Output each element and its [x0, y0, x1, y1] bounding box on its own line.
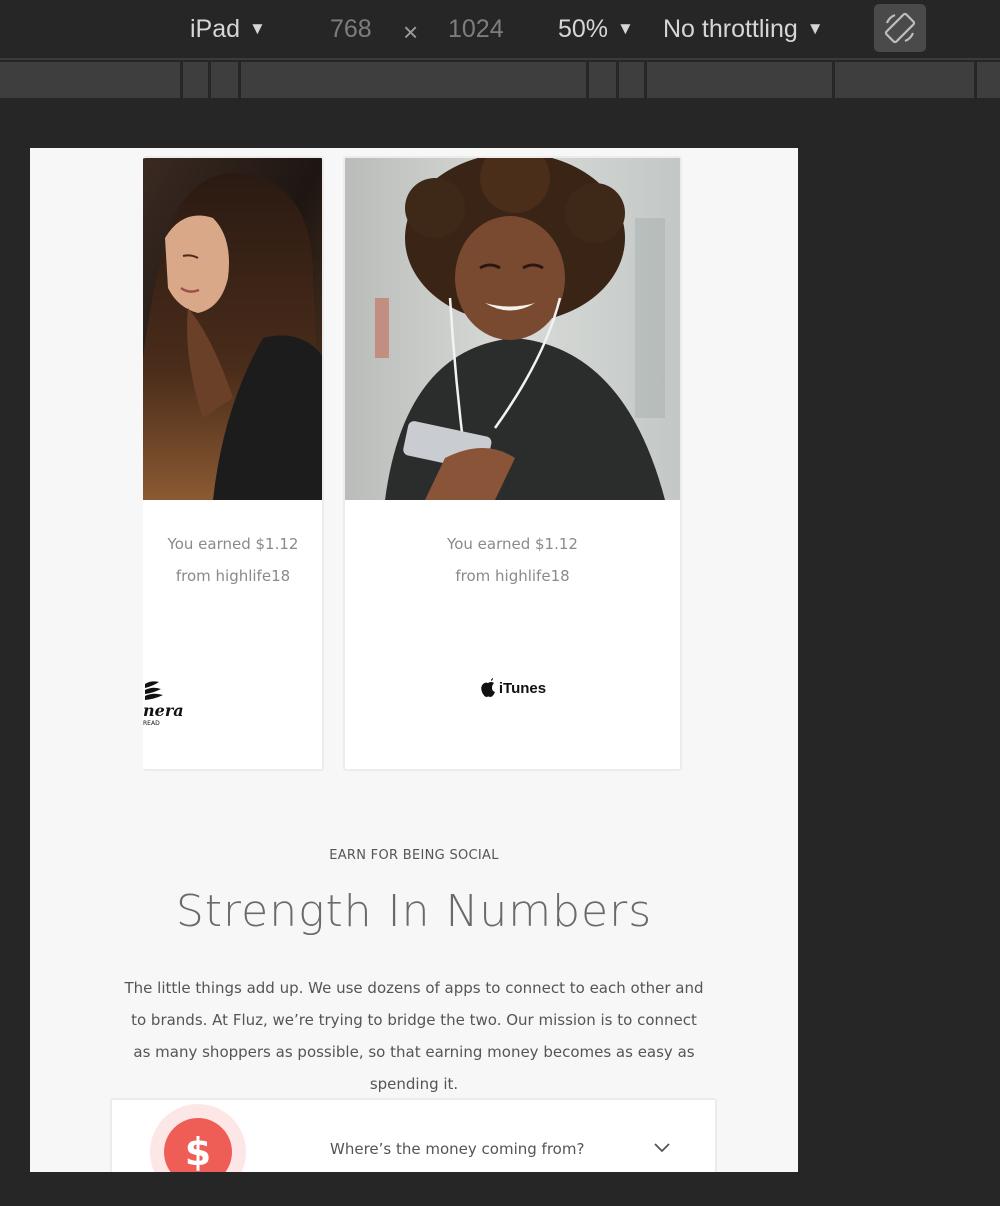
- throttle-select[interactable]: No throttling ▼: [663, 10, 824, 48]
- media-query-marker[interactable]: [208, 62, 211, 98]
- earnings-text: You earned $1.12 from highlife18: [143, 528, 322, 592]
- device-label: iPad: [190, 14, 241, 43]
- earnings-text: You earned $1.12 from highlife18: [345, 528, 680, 592]
- panera-logo-mark: nera READ: [143, 681, 184, 727]
- device-select[interactable]: iPad ▼: [190, 10, 266, 48]
- svg-text:nera: nera: [143, 701, 184, 720]
- brand-name: iTunes: [498, 679, 547, 697]
- toolbar-divider: [0, 58, 1000, 60]
- media-query-bar[interactable]: [0, 62, 1000, 98]
- testimonial-card[interactable]: You earned $1.12 from highlife18 nera RE…: [143, 156, 324, 771]
- testimonial-photo: [345, 158, 680, 500]
- zoom-label: 50%: [558, 14, 609, 43]
- faq-question: Where’s the money coming from?: [330, 1140, 585, 1158]
- chevron-down-icon: ▼: [806, 19, 824, 38]
- testimonial-photo: [143, 158, 322, 500]
- media-query-marker[interactable]: [180, 62, 183, 98]
- chevron-down-icon: ▼: [249, 19, 266, 38]
- dimension-separator: ×: [403, 17, 419, 47]
- testimonial-card[interactable]: You earned $1.12 from highlife18 iTunes: [343, 156, 682, 771]
- section-eyebrow: EARN FOR BEING SOCIAL: [329, 848, 499, 863]
- media-query-marker[interactable]: [616, 62, 619, 98]
- width-input[interactable]: 768: [330, 10, 410, 48]
- zoom-select[interactable]: 50% ▼: [558, 10, 634, 48]
- chevron-down-icon[interactable]: [654, 1143, 670, 1153]
- section-body: The little things add up. We use dozens …: [124, 979, 704, 1093]
- media-query-marker[interactable]: [832, 62, 835, 98]
- throttle-label: No throttling: [663, 14, 798, 43]
- device-toolbar: iPad ▼ 768 × 1024 50% ▼ No throttling ▼: [0, 0, 1000, 58]
- earned-from: from highlife18: [175, 567, 291, 585]
- svg-text:READ: READ: [143, 720, 160, 727]
- earned-from: from highlife18: [455, 567, 570, 585]
- chevron-down-icon: ▼: [617, 19, 634, 38]
- rotate-button[interactable]: [874, 4, 926, 52]
- earned-amount: You earned $1.12: [167, 535, 299, 553]
- earned-amount: You earned $1.12: [447, 535, 578, 553]
- media-query-marker[interactable]: [974, 62, 977, 98]
- media-query-marker[interactable]: [238, 62, 241, 98]
- apple-icon: [481, 678, 495, 697]
- faq-accordion-item[interactable]: $ Where’s the money coming from?: [110, 1098, 717, 1172]
- panera-logo: nera READ: [143, 678, 322, 728]
- media-query-marker[interactable]: [644, 62, 647, 98]
- height-input[interactable]: 1024: [448, 10, 528, 48]
- itunes-logo: iTunes: [345, 678, 680, 698]
- media-query-marker[interactable]: [586, 62, 589, 98]
- device-viewport: You earned $1.12 from highlife18 nera RE…: [30, 148, 798, 1172]
- rotate-icon: [884, 12, 916, 44]
- section-title: Strength In Numbers: [175, 886, 653, 937]
